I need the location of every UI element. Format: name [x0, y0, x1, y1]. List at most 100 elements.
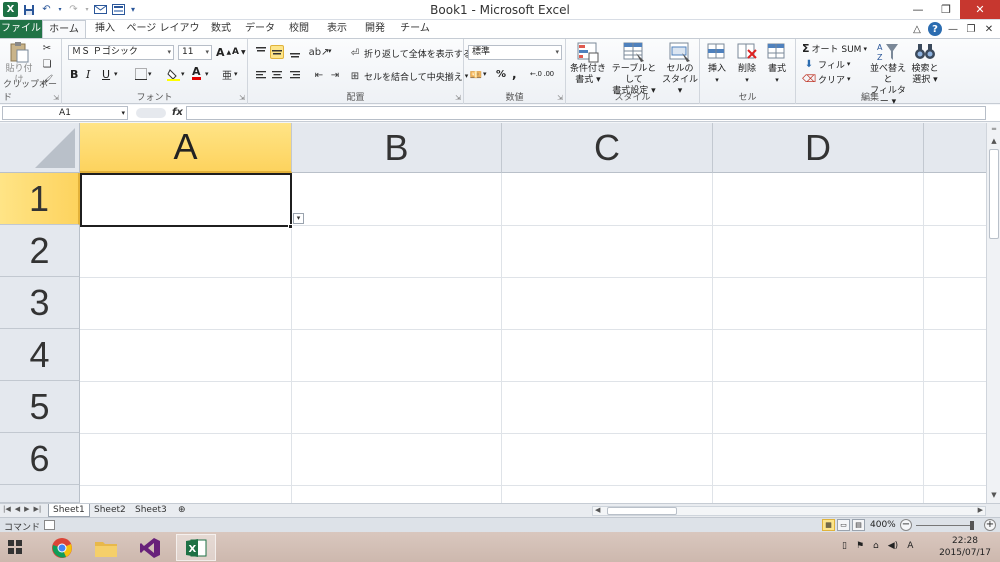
font-color-button[interactable]: A: [192, 66, 201, 80]
sheet-tab-sheet3[interactable]: Sheet3: [131, 504, 171, 517]
tab-page-layout[interactable]: ページ レイアウト: [124, 20, 202, 51]
tab-review[interactable]: 校閲: [282, 20, 316, 38]
borders-dropdown-icon[interactable]: ▾: [148, 70, 152, 78]
row-header-6[interactable]: 6: [0, 433, 80, 485]
currency-dropdown-icon[interactable]: ▾: [483, 70, 487, 78]
windows-start-icon[interactable]: [8, 540, 22, 554]
underline-button[interactable]: U: [102, 68, 110, 81]
zoom-in-button[interactable]: +: [984, 519, 996, 531]
font-size-select[interactable]: 11 ▾: [178, 45, 212, 60]
formula-input[interactable]: [186, 106, 986, 120]
phonetic-dropdown-icon[interactable]: ▾: [234, 70, 238, 78]
zoom-slider[interactable]: [916, 525, 974, 526]
find-select-button[interactable]: 検索と 選択 ▾: [908, 41, 942, 86]
page-break-view-icon[interactable]: ▤: [852, 519, 865, 531]
zoom-out-button[interactable]: −: [900, 519, 912, 531]
cell-styles-button[interactable]: セルの スタイル ▾: [660, 41, 700, 97]
close-button[interactable]: ✕: [960, 0, 1000, 19]
visual-studio-taskbar-button[interactable]: [130, 534, 170, 561]
sheet-tab-sheet2[interactable]: Sheet2: [90, 504, 130, 517]
column-header-b[interactable]: B: [292, 123, 502, 173]
tab-developer[interactable]: 開発: [358, 20, 392, 38]
row-header-1[interactable]: 1: [0, 173, 80, 225]
autosum-button[interactable]: Σ オート SUM ▾: [802, 42, 867, 55]
horizontal-scroll-thumb[interactable]: [607, 507, 677, 515]
chrome-taskbar-button[interactable]: [42, 534, 82, 561]
align-center-icon[interactable]: [270, 68, 284, 82]
bold-button[interactable]: B: [70, 68, 78, 81]
vertical-scrollbar[interactable]: ═ ▲ ▼: [986, 123, 1000, 503]
clear-button[interactable]: ⌫ クリア ▾: [802, 72, 851, 86]
font-name-select[interactable]: ＭＳ Ｐゴシック ▾: [68, 45, 174, 60]
tab-home[interactable]: ホーム: [42, 20, 86, 38]
borders-icon[interactable]: [134, 67, 148, 81]
worksheet-grid[interactable]: A B C D 1 2 3 4 5 6 ▾: [0, 123, 986, 503]
format-as-table-button[interactable]: テーブルとして 書式設定 ▾: [608, 41, 660, 97]
orientation-dropdown-icon[interactable]: ▾: [328, 47, 332, 55]
first-sheet-icon[interactable]: |◀: [3, 505, 11, 513]
row-header-3[interactable]: 3: [0, 277, 80, 329]
minimize-button[interactable]: —: [904, 0, 932, 19]
grow-font-button[interactable]: A ▲: [216, 46, 231, 59]
workbook-minimize-icon[interactable]: —: [946, 22, 960, 36]
horizontal-scrollbar[interactable]: ◀ ▶: [592, 506, 986, 516]
zoom-level[interactable]: 400%: [870, 520, 896, 530]
column-header-d[interactable]: D: [713, 123, 924, 173]
help-icon[interactable]: ?: [928, 22, 942, 36]
fill-color-dropdown-icon[interactable]: ▾: [181, 70, 185, 78]
workbook-close-icon[interactable]: ✕: [982, 22, 996, 36]
phonetic-icon[interactable]: 亜: [220, 67, 234, 82]
font-launcher-icon[interactable]: ⇲: [239, 94, 245, 102]
prev-sheet-icon[interactable]: ◀: [15, 505, 20, 513]
clipboard-launcher-icon[interactable]: ⇲: [53, 94, 59, 102]
explorer-taskbar-button[interactable]: [86, 534, 126, 561]
conditional-format-button[interactable]: 条件付き 書式 ▾: [568, 41, 608, 86]
minimize-ribbon-icon[interactable]: △: [910, 22, 924, 36]
insert-sheet-icon[interactable]: ⊕: [174, 504, 190, 517]
split-box-icon[interactable]: ═: [988, 125, 1000, 135]
vertical-scroll-thumb[interactable]: [989, 149, 999, 239]
sheet-tab-sheet1[interactable]: Sheet1: [48, 504, 90, 517]
alignment-launcher-icon[interactable]: ⇲: [455, 94, 461, 102]
align-bottom-icon[interactable]: [288, 45, 302, 59]
row-header-partial[interactable]: [0, 485, 80, 503]
scroll-right-icon[interactable]: ▶: [978, 506, 983, 514]
shrink-font-button[interactable]: A ▼: [232, 47, 246, 57]
delete-cells-button[interactable]: 削除 ▾: [732, 41, 762, 86]
select-all-button[interactable]: [0, 123, 80, 173]
copy-icon[interactable]: ❏: [40, 57, 54, 71]
tab-data[interactable]: データ: [242, 20, 278, 38]
font-color-dropdown-icon[interactable]: ▾: [205, 70, 209, 78]
restore-button[interactable]: ❐: [932, 0, 960, 19]
format-cells-button[interactable]: 書式 ▾: [762, 41, 792, 86]
scroll-left-icon[interactable]: ◀: [595, 506, 600, 514]
taskbar-clock[interactable]: 22:28 2015/07/17: [934, 535, 996, 559]
merge-center-button[interactable]: ⊞ セルを結合して中央揃え ▾: [348, 69, 468, 83]
currency-icon[interactable]: 💴: [469, 68, 483, 82]
number-launcher-icon[interactable]: ⇲: [557, 94, 563, 102]
orientation-icon[interactable]: ab↗: [309, 45, 330, 59]
insert-cells-button[interactable]: 挿入 ▾: [702, 41, 732, 86]
tab-formulas[interactable]: 数式: [204, 20, 238, 38]
formula-bar-splitter[interactable]: [136, 108, 166, 118]
insert-function-icon[interactable]: fx: [172, 107, 183, 118]
underline-dropdown-icon[interactable]: ▾: [114, 70, 118, 78]
battery-icon[interactable]: ▯: [842, 541, 847, 551]
row-header-2[interactable]: 2: [0, 225, 80, 277]
column-header-a[interactable]: A: [80, 123, 292, 173]
volume-icon[interactable]: ◀): [888, 541, 898, 551]
network-icon[interactable]: ⌂: [873, 541, 879, 551]
active-cell-a1[interactable]: [80, 173, 292, 227]
excel-taskbar-button[interactable]: X: [176, 534, 216, 561]
decrease-indent-icon[interactable]: ⇤: [312, 68, 326, 82]
column-header-c[interactable]: C: [502, 123, 713, 173]
normal-view-icon[interactable]: ▦: [822, 519, 835, 531]
fill-color-icon[interactable]: [166, 67, 180, 81]
scroll-down-icon[interactable]: ▼: [988, 491, 1000, 501]
number-format-select[interactable]: 標準 ▾: [468, 45, 562, 60]
align-top-icon[interactable]: [254, 45, 268, 59]
row-header-5[interactable]: 5: [0, 381, 80, 433]
align-middle-icon[interactable]: [270, 45, 284, 59]
align-right-icon[interactable]: [288, 68, 302, 82]
tab-team[interactable]: チーム: [396, 20, 434, 38]
